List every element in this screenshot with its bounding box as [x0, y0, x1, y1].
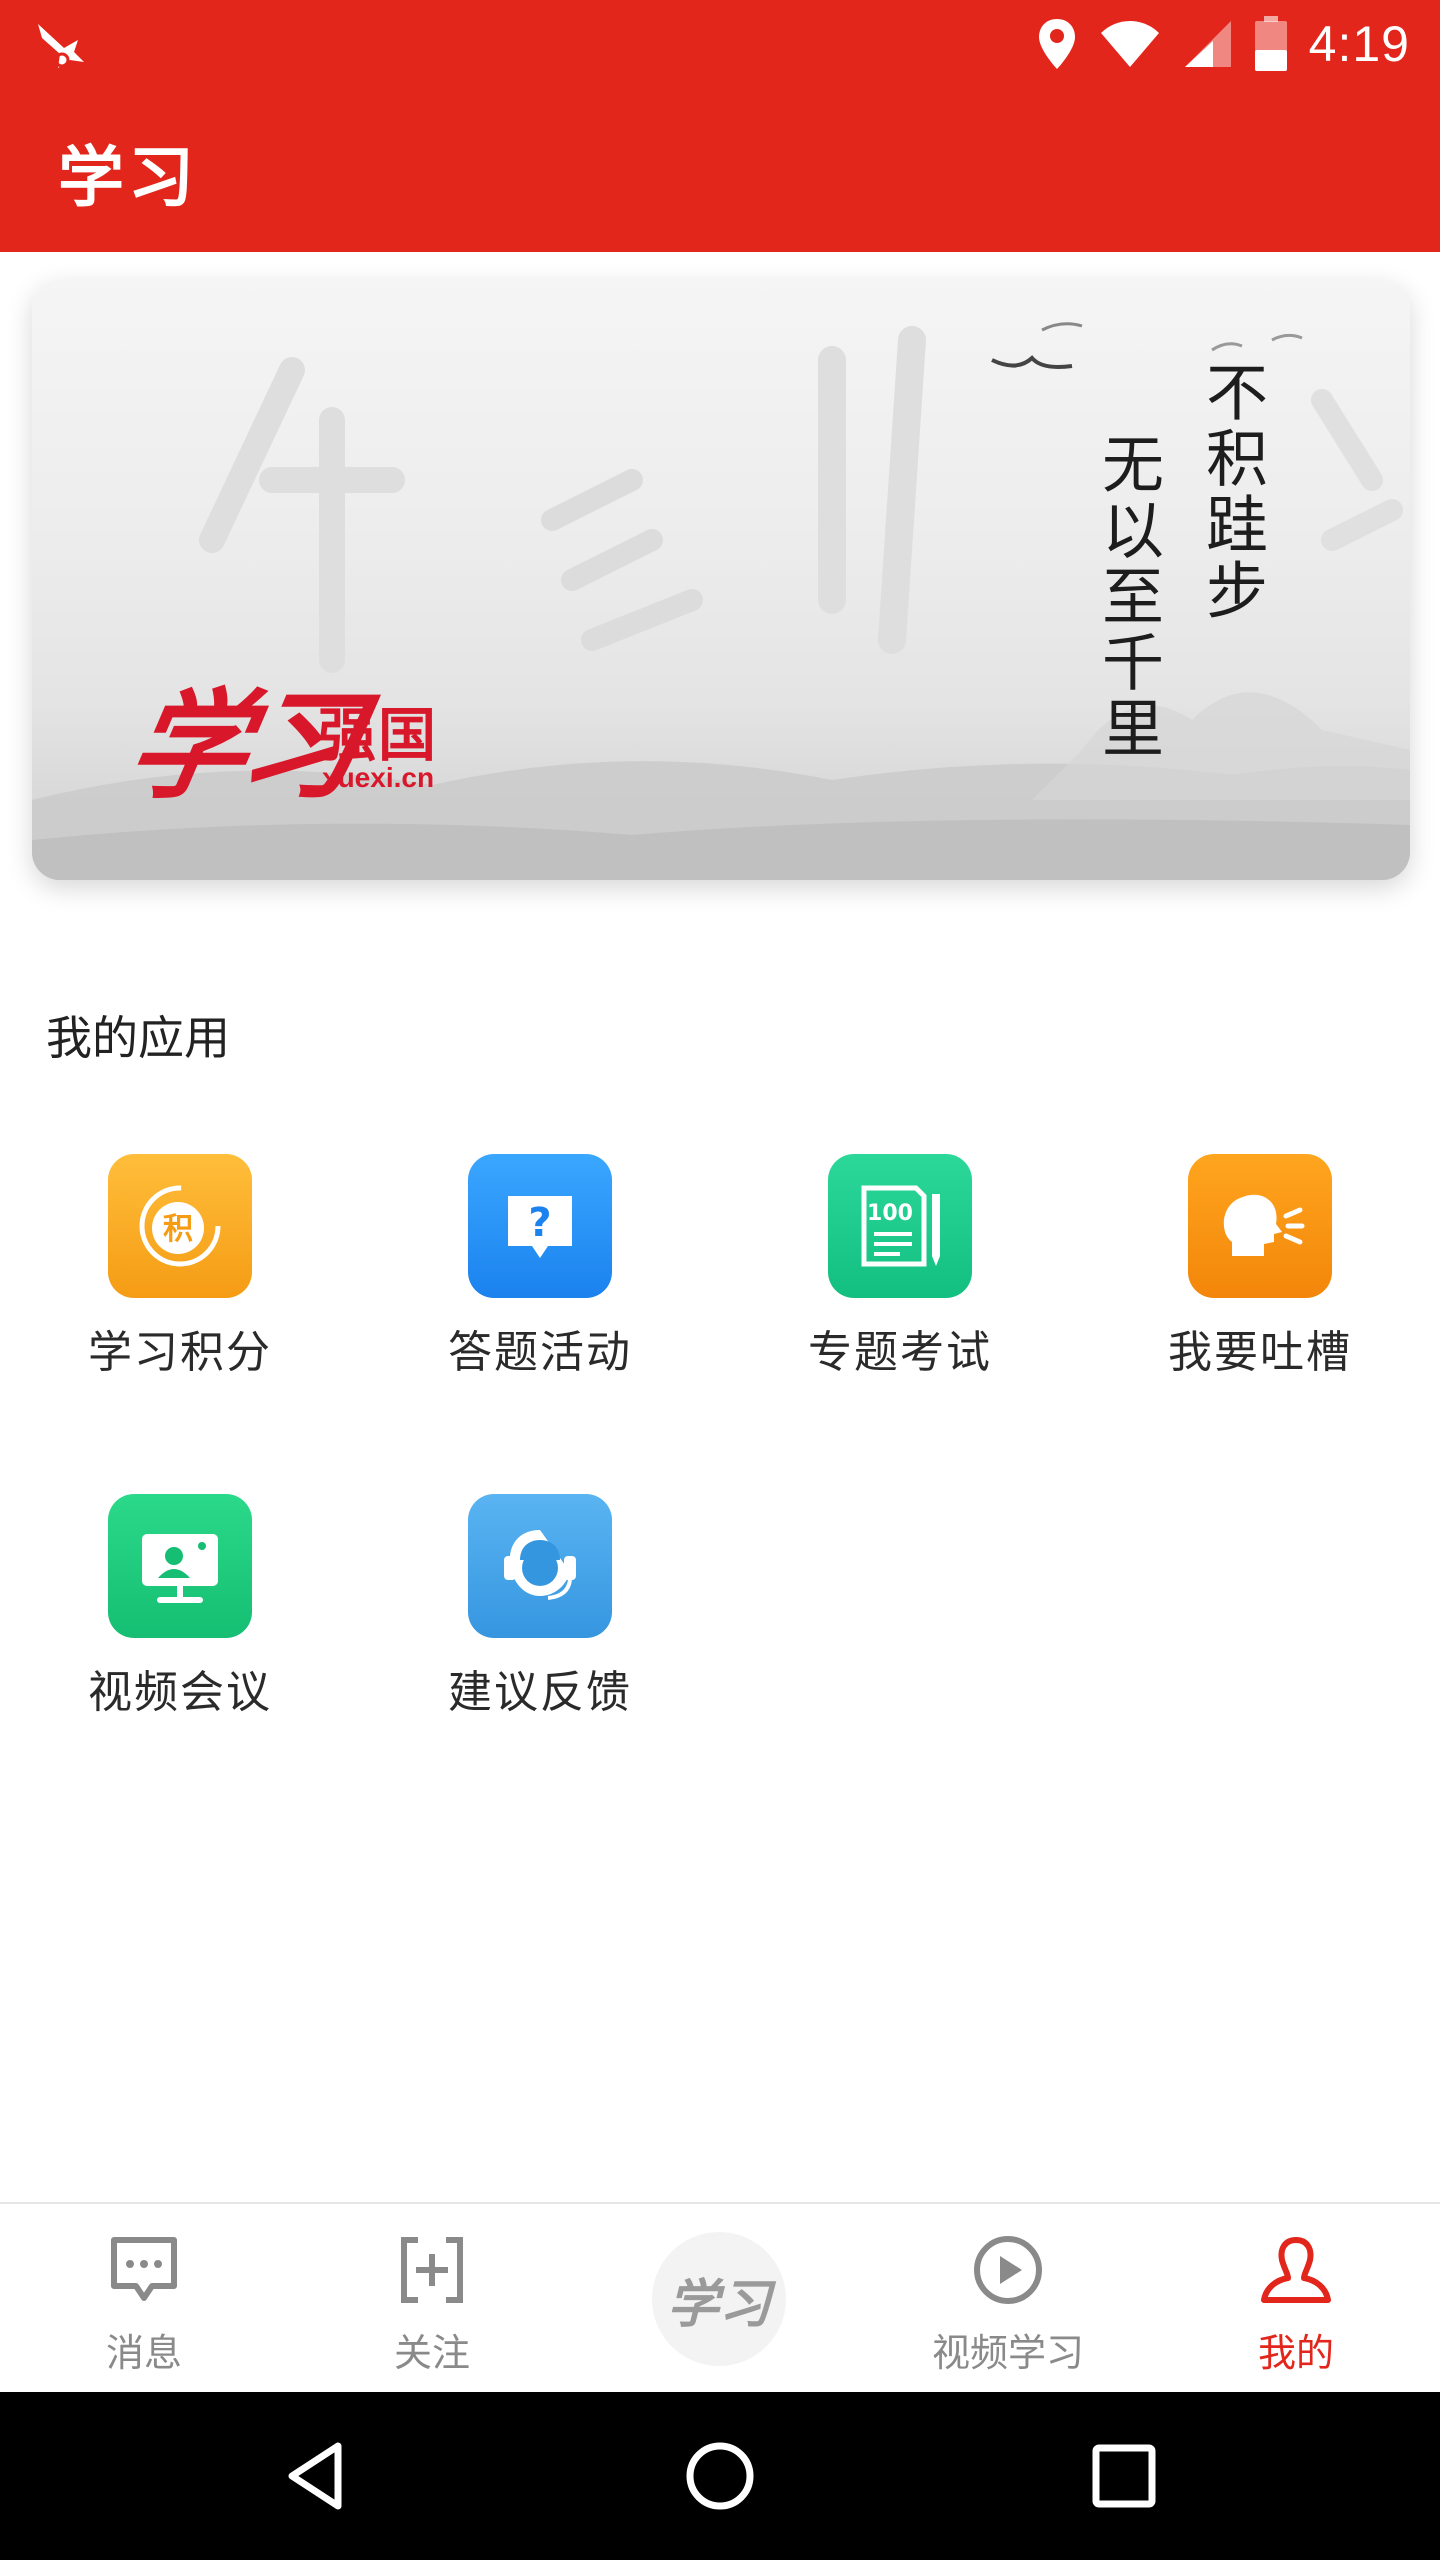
system-nav-bar	[0, 2392, 1440, 2560]
status-bar: 4:19	[0, 0, 1440, 88]
my-apps-title: 我的应用	[46, 1011, 230, 1065]
banner-logo-url: xuexi.cn	[322, 762, 435, 793]
nav-label: 关注	[393, 2331, 470, 2375]
app-learning-points[interactable]: 积 学习积分	[30, 1154, 330, 1414]
svg-text:100: 100	[867, 1201, 913, 1226]
signal-icon	[1184, 21, 1231, 67]
back-icon[interactable]	[278, 2436, 358, 2516]
svg-text:积: 积	[163, 1212, 193, 1247]
app-topic-exam[interactable]: 100 专题考试	[750, 1154, 1050, 1414]
app-complaint[interactable]: 我要吐槽	[1110, 1154, 1410, 1414]
video-meeting-icon	[108, 1494, 252, 1638]
screen: 4:19 学习 学习 强国 xuexi.cn 不积跬步 无以至千里 我的应用 积…	[0, 0, 1440, 2560]
page-title: 学习	[58, 138, 198, 216]
app-bar: 学习	[0, 88, 1440, 252]
message-icon	[111, 2237, 177, 2301]
banner-poem-line2: 无以至千里	[1091, 432, 1164, 762]
app-label: 专题考试	[808, 1327, 992, 1378]
nav-label: 视频学习	[931, 2331, 1084, 2375]
nav-item-video[interactable]: 视频学习	[898, 2234, 1118, 2384]
status-time: 4:19	[1308, 16, 1410, 72]
app-quiz-activity[interactable]: ? 答题活动	[390, 1154, 690, 1414]
app-feedback[interactable]: 建议反馈	[390, 1494, 690, 1754]
nav-item-messages[interactable]: 消息	[34, 2234, 254, 2384]
follow-icon	[401, 2237, 463, 2303]
wifi-icon	[1100, 21, 1159, 67]
nav-label: 我的	[1257, 2331, 1334, 2375]
feedback-icon	[468, 1494, 612, 1638]
app-label: 建议反馈	[448, 1667, 632, 1718]
nav-item-mine[interactable]: 我的	[1186, 2234, 1406, 2384]
svg-text:?: ?	[528, 1200, 551, 1246]
banner-logo-name: 强国	[318, 701, 439, 769]
profile-icon	[1261, 2237, 1331, 2303]
banner[interactable]: 学习 强国 xuexi.cn 不积跬步 无以至千里	[32, 280, 1410, 880]
notification-app-icon	[38, 24, 84, 68]
center-logo-glyph: 学习	[666, 2273, 771, 2335]
status-icons: 4:19	[1037, 10, 1410, 78]
nav-label: 消息	[105, 2331, 182, 2375]
recents-icon[interactable]	[1084, 2436, 1164, 2516]
points-icon: 积	[108, 1154, 252, 1298]
location-icon	[1038, 19, 1075, 69]
video-play-icon	[974, 2236, 1042, 2304]
quiz-icon: ?	[468, 1154, 612, 1298]
banner-poem-line1: 不积跬步	[1195, 360, 1268, 624]
xuexi-logo-icon[interactable]: 学习	[652, 2232, 786, 2366]
bottom-nav: 消息 关注 学习 视频学习 我的	[0, 2202, 1440, 2392]
app-label: 学习积分	[88, 1327, 272, 1378]
complain-icon	[1188, 1154, 1332, 1298]
home-icon[interactable]	[680, 2436, 760, 2516]
app-video-meeting[interactable]: 视频会议	[30, 1494, 330, 1754]
battery-icon	[1254, 16, 1287, 71]
exam-icon: 100	[828, 1154, 972, 1298]
app-label: 视频会议	[88, 1667, 272, 1718]
app-label: 答题活动	[448, 1327, 632, 1378]
nav-item-follow[interactable]: 关注	[322, 2234, 542, 2384]
app-label: 我要吐槽	[1168, 1327, 1352, 1378]
